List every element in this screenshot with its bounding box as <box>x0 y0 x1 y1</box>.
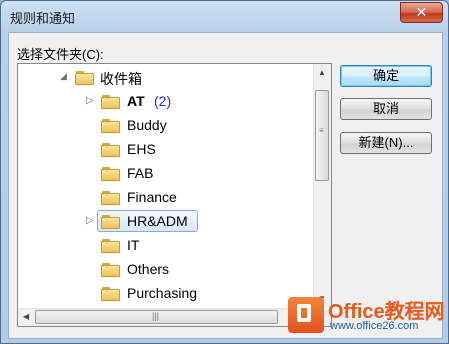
tree-item-at[interactable]: ▷ AT (2) <box>18 90 312 114</box>
vertical-scroll-thumb[interactable]: ≡ <box>315 90 329 181</box>
tree-item-purchasing[interactable]: Purchasing <box>18 282 312 306</box>
horizontal-scrollbar[interactable]: ◀ ||| ▶ <box>18 308 314 326</box>
folder-icon <box>101 119 121 133</box>
tree-item-label: HR&ADM <box>127 213 188 229</box>
tree-item-label: Purchasing <box>127 285 198 301</box>
tree-item-it[interactable]: IT <box>18 234 312 258</box>
tree-item-label: FAB <box>127 165 154 181</box>
tree-item-label: IT <box>127 237 140 253</box>
new-folder-button[interactable]: 新建(N)... <box>340 132 432 154</box>
tree-item-inbox[interactable]: ◢ 收件箱 <box>18 66 312 90</box>
expand-arrow-icon[interactable]: ▷ <box>86 95 94 106</box>
rules-dialog-window: 规则和通知 ✕ 选择文件夹(C): ◢ 收件箱 ▷ AT (2) Buddy E… <box>0 0 449 344</box>
tree-item-fab[interactable]: FAB <box>18 162 312 186</box>
folder-tree[interactable]: ◢ 收件箱 ▷ AT (2) Buddy EHS FAB Finance ▷ H… <box>17 63 332 327</box>
tree-item-label: Buddy <box>127 117 167 133</box>
ok-button[interactable]: 确定 <box>340 65 432 87</box>
collapse-arrow-icon[interactable]: ◢ <box>60 71 67 82</box>
tree-item-hr-adm[interactable]: ▷ HR&ADM <box>18 210 312 234</box>
tree-item-label: Finance <box>127 189 177 205</box>
folder-icon <box>101 287 121 301</box>
tree-item-others[interactable]: Others <box>18 258 312 282</box>
title-bar: 规则和通知 ✕ <box>1 1 448 31</box>
watermark-site: www.office26.com <box>330 320 419 332</box>
office-logo-icon <box>288 297 324 333</box>
tree-item-label: Others <box>127 261 170 277</box>
watermark-logo: Office教程网 www.office26.com <box>282 289 448 343</box>
folder-icon <box>101 143 121 157</box>
scroll-up-icon[interactable]: ▲ <box>318 68 326 77</box>
window-title: 规则和通知 <box>10 11 76 26</box>
unread-count: (2) <box>154 93 172 109</box>
inbox-folder-icon <box>75 71 95 85</box>
tree-item-label: 收件箱 <box>100 71 142 87</box>
folder-label: 选择文件夹(C): <box>17 47 104 62</box>
tree-item-buddy[interactable]: Buddy <box>18 114 312 138</box>
scroll-left-icon[interactable]: ◀ <box>23 312 29 321</box>
expand-arrow-icon[interactable]: ▷ <box>86 215 94 226</box>
tree-item-label: EHS <box>127 141 156 157</box>
folder-icon <box>101 95 121 109</box>
folder-icon <box>101 215 121 229</box>
horizontal-scroll-thumb[interactable]: ||| <box>35 310 278 324</box>
folder-icon <box>101 191 121 205</box>
tree-item-label: AT <box>127 93 145 109</box>
cancel-button[interactable]: 取消 <box>340 98 432 120</box>
close-button[interactable]: ✕ <box>400 2 443 23</box>
vertical-scrollbar[interactable]: ▲ ≡ ▼ <box>313 64 331 308</box>
folder-icon <box>101 239 121 253</box>
tree-item-finance[interactable]: Finance <box>18 186 312 210</box>
folder-icon <box>101 167 121 181</box>
folder-icon <box>101 263 121 277</box>
tree-item-ehs[interactable]: EHS <box>18 138 312 162</box>
close-icon: ✕ <box>415 4 428 20</box>
